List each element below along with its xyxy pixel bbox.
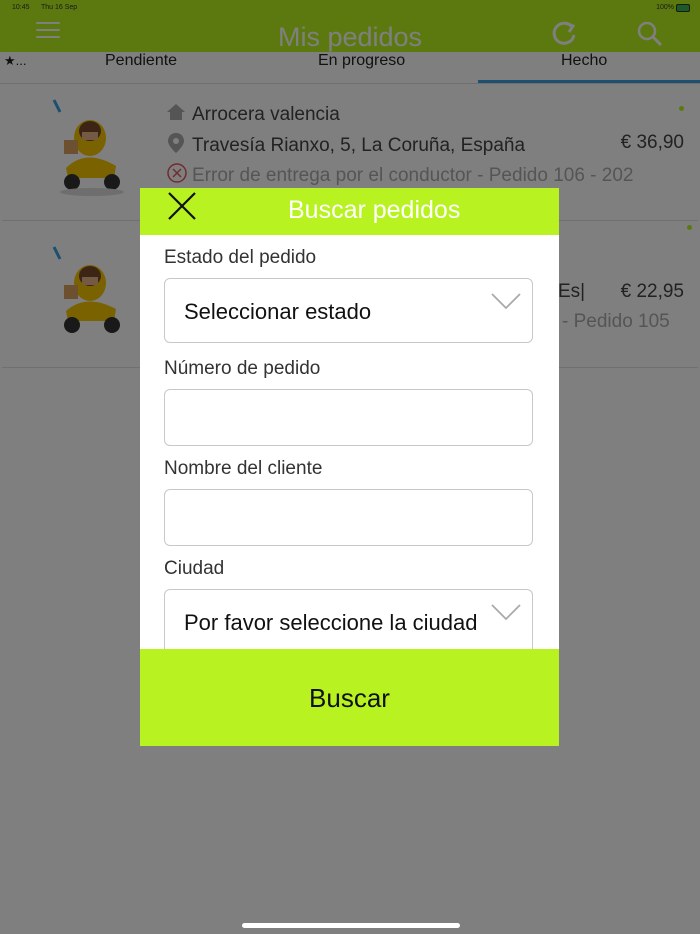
dialog-title: Buscar pedidos: [288, 196, 461, 224]
order-number-input[interactable]: [165, 390, 532, 445]
city-select[interactable]: Por favor seleccione la ciudad: [164, 589, 533, 649]
chevron-down-icon: [491, 293, 521, 310]
city-value: Por favor seleccione la ciudad: [184, 610, 478, 635]
search-orders-dialog: Buscar pedidos Estado del pedido Selecci…: [140, 188, 559, 746]
dialog-header: Buscar pedidos: [140, 188, 559, 235]
order-number-field[interactable]: [164, 389, 533, 446]
order-status-select[interactable]: Seleccionar estado: [164, 278, 533, 343]
close-icon[interactable]: [166, 190, 198, 222]
order-status-label: Estado del pedido: [164, 247, 317, 268]
chevron-down-icon: [491, 604, 521, 621]
city-label: Ciudad: [164, 558, 225, 579]
search-button[interactable]: Buscar: [140, 649, 559, 746]
home-indicator: [242, 923, 460, 928]
customer-name-field[interactable]: [164, 489, 533, 546]
customer-name-input[interactable]: [165, 490, 532, 545]
order-number-label: Número de pedido: [164, 358, 321, 379]
customer-name-label: Nombre del cliente: [164, 458, 323, 479]
order-status-value: Seleccionar estado: [184, 299, 372, 324]
